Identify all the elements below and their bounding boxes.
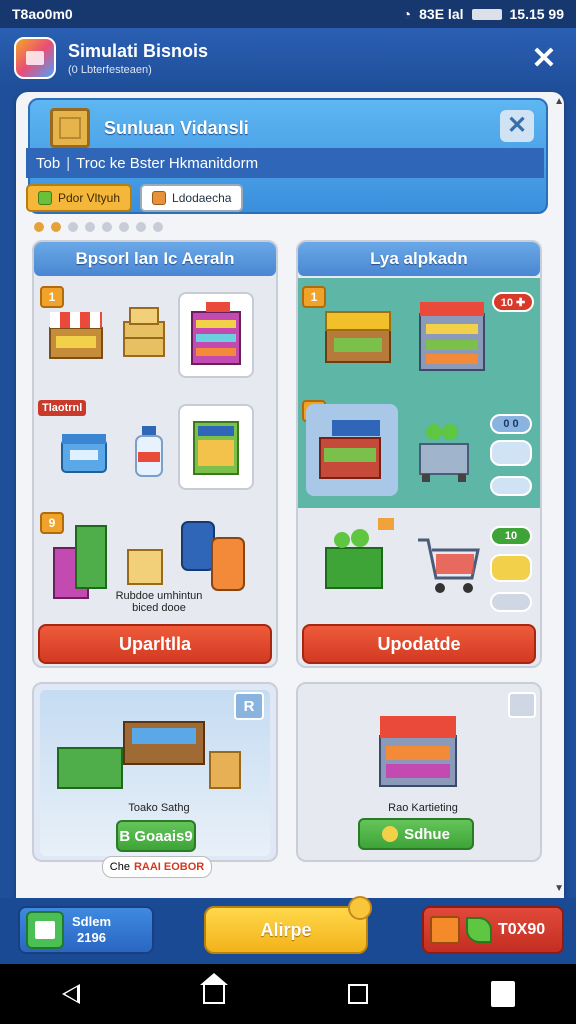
cash-button[interactable]: T0X90 <box>422 906 564 954</box>
notification-icon <box>348 896 372 920</box>
crate-icon <box>430 916 460 944</box>
system-nav-bar <box>0 964 576 1024</box>
counter-stall-icon[interactable] <box>306 404 398 496</box>
dialog-close-button[interactable]: ✕ <box>500 110 534 142</box>
right-row2-pill-top[interactable]: 0 0 <box>490 414 532 434</box>
page-dot[interactable] <box>119 222 129 232</box>
stat-text: Sdlem 2196 <box>72 914 111 946</box>
recent-apps-icon[interactable] <box>347 984 368 1004</box>
storage-crates-icon <box>54 704 244 796</box>
scroll-up-icon[interactable]: ▲ <box>554 96 564 107</box>
page-dot[interactable] <box>136 222 146 232</box>
filter-chips: Pdor Vltyuh Ldodaecha <box>26 184 244 212</box>
storage-footer-b: RAAI EOBOR <box>133 861 205 873</box>
leaf-icon <box>38 191 52 205</box>
chip-primary-label: Pdor Vltyuh <box>58 191 121 205</box>
wifi-icon: ◔ <box>402 6 412 22</box>
left-card-title: Bpsorl lan Ic Aeraln <box>34 242 276 276</box>
cash-value: T0X90 <box>498 921 546 938</box>
box-icon <box>152 191 167 205</box>
left-update-button[interactable]: Uparltlla <box>38 624 272 664</box>
page-dot[interactable] <box>85 222 95 232</box>
main-action-button[interactable]: Alirpe <box>204 896 372 954</box>
store-front-icon[interactable] <box>414 292 494 380</box>
main-panel: ▲ ▼ Sunluan Vidansli ✕ Tob | Troc ke Bst… <box>16 92 564 898</box>
product-pack-selected[interactable] <box>178 404 254 490</box>
app-titles: Simulati Bisnois (0 Lbterfesteaen) <box>68 41 526 76</box>
right-update-button[interactable]: Upodatde <box>302 624 536 664</box>
stat-card[interactable]: Sdlem 2196 <box>18 906 154 954</box>
storage-caption: Toako Sathg <box>128 802 190 814</box>
left-card: Bpsorl lan Ic Aeraln 1 Tlaotrnl 9 Rubdoe… <box>32 240 278 668</box>
right-row1-pill[interactable]: 10 ✚ <box>492 292 534 312</box>
coin-icon <box>382 826 399 842</box>
leaf-icon <box>466 917 492 943</box>
bottle-icon[interactable] <box>124 422 174 482</box>
shelf-item-selected[interactable] <box>178 292 254 378</box>
more-icon[interactable] <box>490 592 532 612</box>
chip-primary[interactable]: Pdor Vltyuh <box>26 184 133 212</box>
page-dot[interactable] <box>68 222 78 232</box>
app-header: Simulati Bisnois (0 Lbterfesteaen) ✕ <box>0 28 576 88</box>
status-bar: T8ao0m0 ◔ 83E lal 15.15 99 <box>0 0 576 28</box>
tab-left[interactable]: Tob <box>36 155 60 172</box>
marketing-corner-button[interactable] <box>508 692 536 718</box>
marketing-card: Rao Kartieting Sdhue <box>296 682 542 862</box>
display-stand-icon <box>368 708 468 798</box>
bottom-bar: Sdlem 2196 Alirpe T0X90 <box>0 896 576 964</box>
dialog-tab-bar: Tob | Troc ke Bster Hkmanitdorm <box>26 148 544 178</box>
back-icon[interactable] <box>61 984 80 1004</box>
right-card-title: Lya alpkadn <box>298 242 540 276</box>
ledger-icon <box>26 911 64 949</box>
accessibility-icon[interactable] <box>490 981 515 1007</box>
boxes-stack-icon[interactable] <box>114 292 176 366</box>
veggie-stand-icon[interactable] <box>318 514 398 598</box>
shopping-cart-icon[interactable] <box>414 532 484 604</box>
home-icon[interactable] <box>199 973 228 1004</box>
page-indicator <box>34 222 163 232</box>
row-label: Tlaotrnl <box>38 400 87 416</box>
chip-secondary[interactable]: Ldodaecha <box>140 184 244 212</box>
coins-icon[interactable] <box>490 554 532 582</box>
register-icon[interactable] <box>490 440 532 466</box>
status-right: ◔ 83E lal 15.15 99 <box>403 6 564 22</box>
market-stall-icon[interactable] <box>44 292 108 366</box>
right-row3-pill[interactable]: 10 <box>490 526 532 546</box>
marketing-caption: Rao Kartieting <box>388 802 458 814</box>
carrier-text: T8ao0m0 <box>12 6 73 22</box>
chip-secondary-label: Ldodaecha <box>172 191 232 205</box>
app-logo-icon <box>14 37 56 79</box>
page-dot[interactable] <box>34 222 44 232</box>
supply-caption: Rubdoe umhintun biced dooe <box>115 590 203 614</box>
storage-footer-a: Che <box>109 861 130 873</box>
container-icon[interactable] <box>54 422 114 482</box>
storage-footer-label: Che RAAI EOBOR <box>102 856 212 878</box>
storage-card: R Toako Sathg B Goaais9 <box>32 682 278 862</box>
app-subtitle: (0 Lbterfesteaen) <box>68 63 152 76</box>
page-dot[interactable] <box>51 222 61 232</box>
clock-text: 15.15 99 <box>509 6 565 22</box>
marketing-button[interactable]: Sdhue <box>358 818 474 850</box>
produce-cart-icon[interactable] <box>410 410 480 490</box>
coin-icon[interactable] <box>490 476 532 496</box>
tab-right[interactable]: Troc ke Bster Hkmanitdorm <box>76 155 258 172</box>
stat-label: Sdlem <box>72 914 112 929</box>
scroll-down-icon[interactable]: ▼ <box>554 883 564 894</box>
app-title: Simulati Bisnois <box>68 40 209 61</box>
marketing-button-label: Sdhue <box>404 825 450 843</box>
storage-button[interactable]: B Goaais9 <box>116 820 196 852</box>
tab-separator: | <box>66 154 71 172</box>
stat-value: 2196 <box>77 930 106 945</box>
main-action-label: Alirpe <box>260 919 312 940</box>
page-dot[interactable] <box>102 222 112 232</box>
page-dot[interactable] <box>153 222 163 232</box>
dialog-title: Sunluan Vidansli <box>104 118 249 138</box>
battery-icon <box>471 8 502 20</box>
right-card: Lya alpkadn 1 10 ✚ 1 0 0 10 Upodatde <box>296 240 542 668</box>
crate-icon <box>50 108 90 148</box>
status-center-text: 83E lal <box>419 6 464 22</box>
stall-yellow-icon[interactable] <box>318 298 398 372</box>
close-icon[interactable]: ✕ <box>526 41 562 76</box>
